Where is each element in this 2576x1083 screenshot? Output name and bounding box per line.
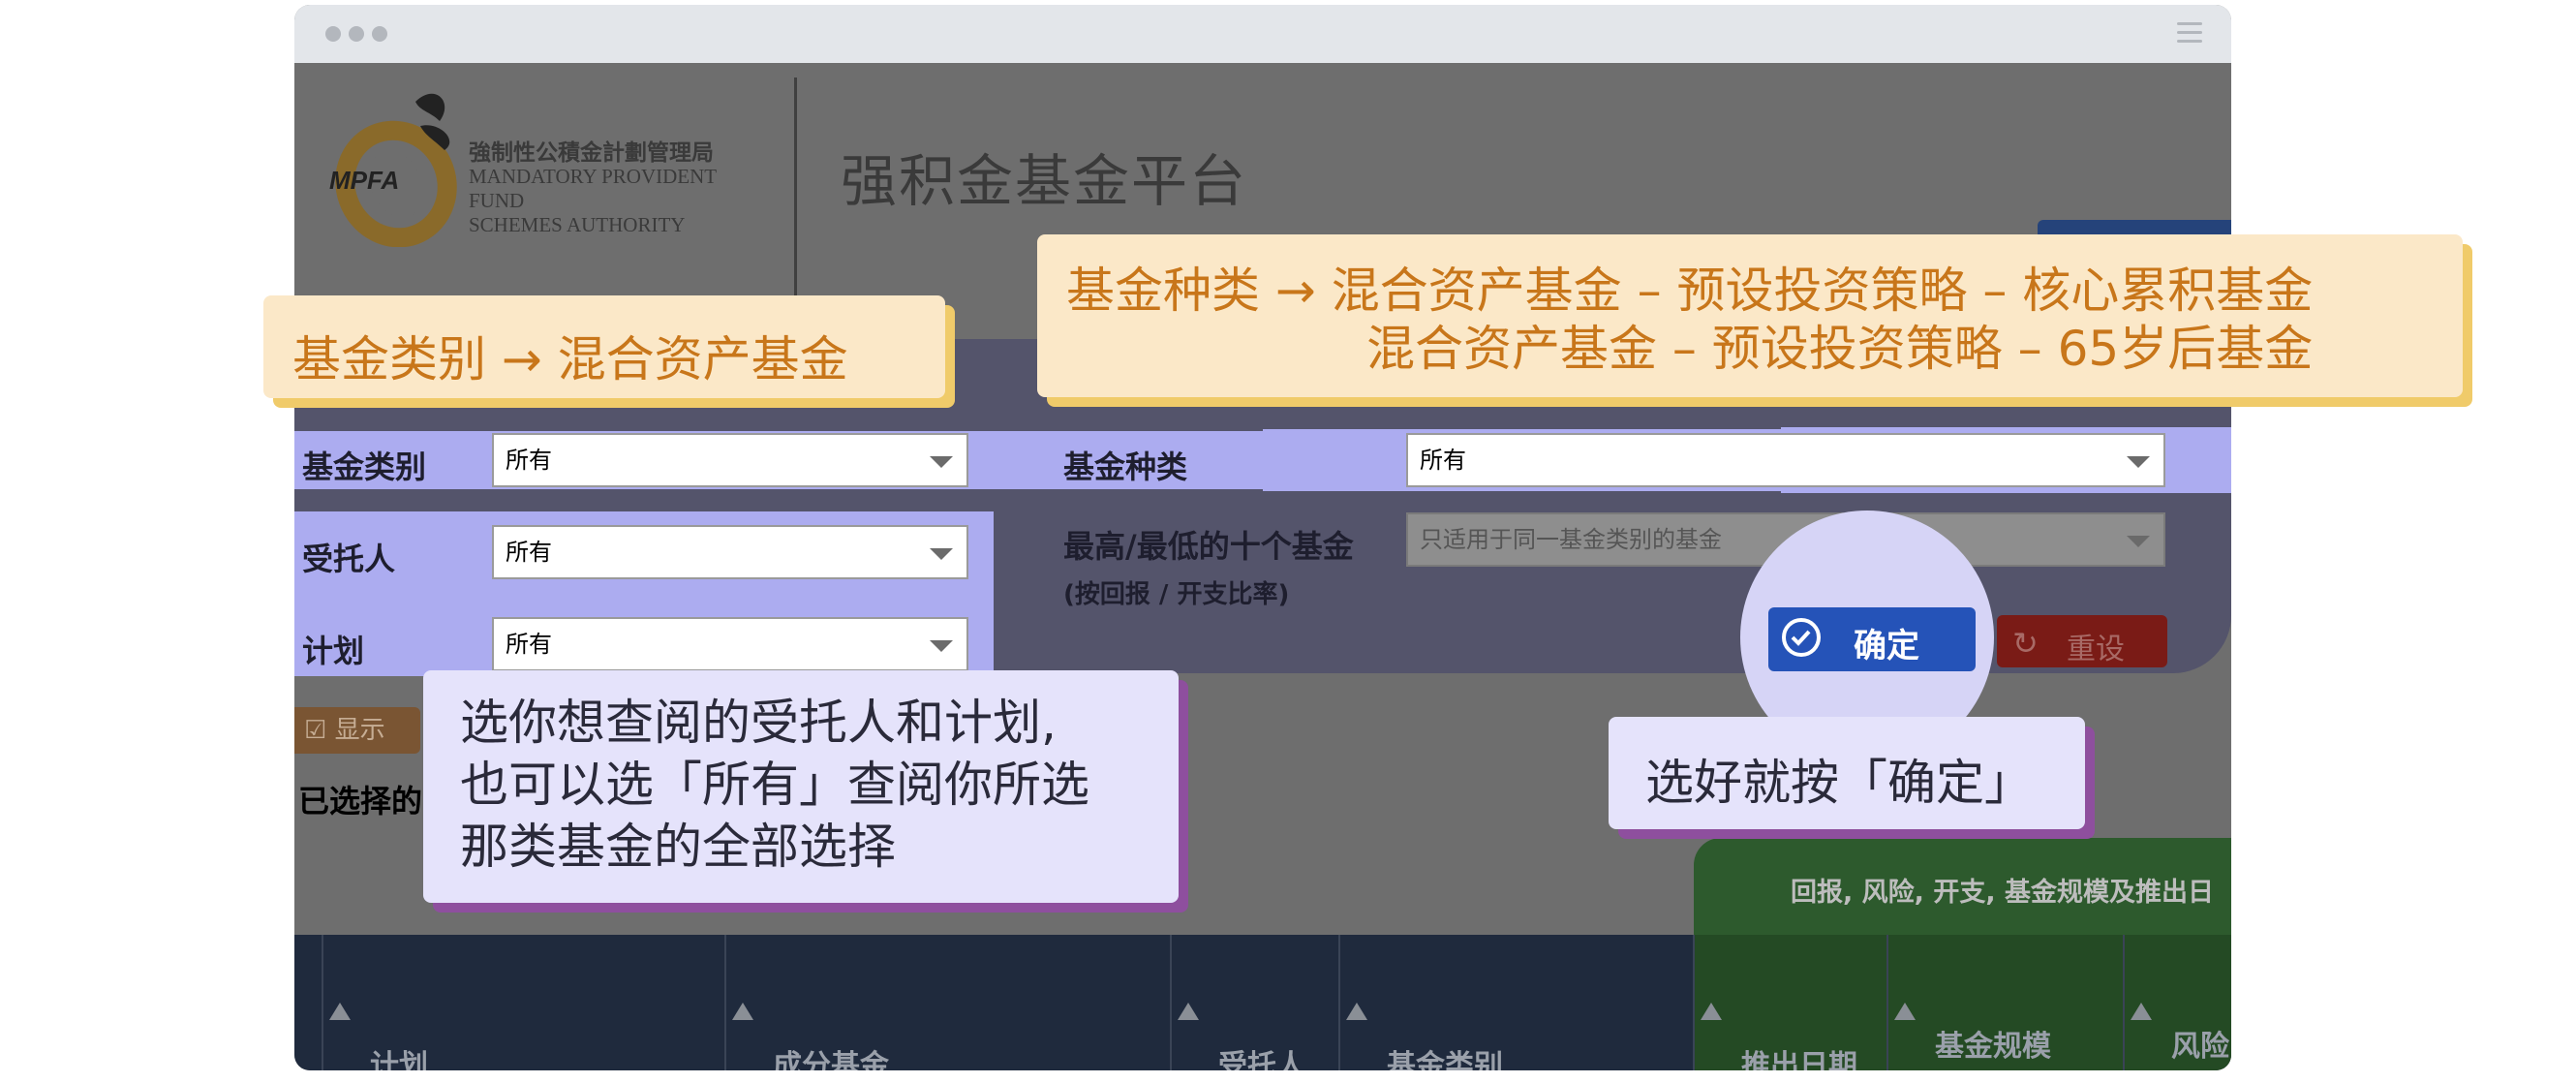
column-divider bbox=[1886, 935, 1888, 1070]
chevron-down-icon bbox=[2127, 456, 2150, 468]
fund-category-select[interactable]: 所有 bbox=[492, 433, 968, 487]
callout-text: 基金种类 → 混合资产基金 – 预设投资策略 – 核心累积基金 bbox=[1066, 263, 2314, 319]
logo-english-name: MANDATORY PROVIDENT FUND bbox=[469, 165, 717, 212]
callout-text: 选你想查阅的受托人和计划, bbox=[460, 695, 1057, 751]
window-titlebar bbox=[294, 5, 2231, 63]
hamburger-icon[interactable] bbox=[2177, 22, 2202, 44]
window-dot bbox=[372, 26, 387, 42]
confirm-button[interactable]: 确定 bbox=[1768, 607, 1976, 671]
chevron-down-icon bbox=[930, 548, 953, 560]
column-header-fund-size[interactable]: 基金规模 bbox=[1935, 1022, 2051, 1065]
scheme-label: 计划 bbox=[302, 633, 365, 669]
check-circle-icon bbox=[1782, 618, 1821, 657]
fund-type-label: 基金种类 bbox=[1063, 449, 1188, 485]
fund-category-label: 基金类别 bbox=[302, 449, 427, 485]
sort-icon[interactable] bbox=[732, 1003, 753, 1020]
checkbox-icon: ☑ bbox=[304, 716, 335, 745]
column-header-launch-date[interactable]: 推出日期 bbox=[1741, 1041, 1857, 1070]
browser-window: MPFA 強制性公積金計劃管理局 MANDATORY PROVIDENT FUN… bbox=[294, 5, 2231, 1070]
column-header-risk[interactable]: 风险 bbox=[2171, 1022, 2229, 1065]
callout-fund-type: 基金种类 → 混合资产基金 – 预设投资策略 – 核心累积基金 混合资产基金 –… bbox=[1037, 234, 2463, 397]
logo-wordmark: 強制性公積金計劃管理局 MANDATORY PROVIDENT FUND SCH… bbox=[469, 140, 730, 237]
column-divider bbox=[1693, 935, 1695, 1070]
reset-button-label: 重设 bbox=[2067, 633, 2125, 666]
window-dot bbox=[325, 26, 341, 42]
chevron-down-icon bbox=[930, 640, 953, 652]
chevron-down-icon bbox=[2127, 536, 2150, 547]
confirm-button-label: 确定 bbox=[1854, 627, 1919, 665]
show-button[interactable]: ☑ 显示 bbox=[294, 707, 420, 754]
trustee-label: 受托人 bbox=[302, 541, 396, 577]
scheme-select[interactable]: 所有 bbox=[492, 617, 968, 671]
window-dot bbox=[349, 26, 364, 42]
sort-icon[interactable] bbox=[1346, 1003, 1367, 1020]
trustee-select[interactable]: 所有 bbox=[492, 525, 968, 579]
column-divider bbox=[724, 935, 726, 1070]
column-header-constituent-fund[interactable]: 成分基金 bbox=[773, 1041, 889, 1070]
callout-text: 选好就按「确定」 bbox=[1645, 755, 2033, 811]
reset-icon: ↻ bbox=[2012, 625, 2039, 662]
callout-trustee-scheme: 选你想查阅的受托人和计划, 也可以选「所有」查阅你所选 那类基金的全部选择 bbox=[423, 670, 1179, 903]
chevron-down-icon bbox=[930, 456, 953, 468]
callout-fund-category: 基金类别 → 混合资产基金 bbox=[263, 295, 945, 398]
header-divider bbox=[794, 77, 797, 300]
page-title: 强积金基金平台 bbox=[841, 148, 1248, 214]
svg-text:MPFA: MPFA bbox=[329, 166, 399, 195]
selected-label: 已选择的 bbox=[298, 783, 423, 820]
callout-confirm: 选好就按「确定」 bbox=[1609, 717, 2085, 829]
column-header-fund-category[interactable]: 基金类别 bbox=[1387, 1041, 1503, 1070]
column-divider bbox=[1170, 935, 1172, 1070]
callout-text: 那类基金的全部选择 bbox=[460, 819, 896, 875]
sort-icon[interactable] bbox=[1894, 1003, 1916, 1020]
sort-icon[interactable] bbox=[2131, 1003, 2152, 1020]
show-button-label: 显示 bbox=[334, 716, 385, 745]
mpfa-emblem-icon: MPFA bbox=[329, 93, 457, 248]
column-divider bbox=[2123, 935, 2125, 1070]
column-divider bbox=[1338, 935, 1340, 1070]
callout-text: 也可以选「所有」查阅你所选 bbox=[460, 757, 1089, 813]
callout-text: 混合资产基金 – 预设投资策略 – 65岁后基金 bbox=[1366, 321, 2314, 377]
sort-icon[interactable] bbox=[329, 1003, 351, 1020]
table-group-header: 回报, 风险, 开支, 基金规模及推出日 bbox=[1694, 838, 2231, 935]
column-header-trustee[interactable]: 受托人 bbox=[1218, 1041, 1305, 1070]
column-header-scheme[interactable]: 计划 bbox=[370, 1041, 428, 1070]
reset-button[interactable]: ↻ 重设 bbox=[1997, 615, 2167, 667]
callout-text: 基金类别 → 混合资产基金 bbox=[292, 331, 848, 387]
column-divider bbox=[322, 935, 323, 1070]
sort-icon[interactable] bbox=[1178, 1003, 1199, 1020]
logo-english-name: SCHEMES AUTHORITY bbox=[469, 213, 686, 236]
group-header-text: 回报, 风险, 开支, 基金规模及推出日 bbox=[1791, 878, 2214, 908]
logo-chinese-name: 強制性公積金計劃管理局 bbox=[469, 140, 714, 165]
top-bottom-label: 最高/最低的十个基金 bbox=[1063, 528, 1354, 565]
fund-type-select[interactable]: 所有 bbox=[1406, 433, 2165, 487]
top-bottom-sublabel: (按回报 / 开支比率) bbox=[1063, 580, 1290, 609]
sort-icon[interactable] bbox=[1701, 1003, 1722, 1020]
mpfa-logo[interactable]: MPFA 強制性公積金計劃管理局 MANDATORY PROVIDENT FUN… bbox=[323, 82, 730, 248]
